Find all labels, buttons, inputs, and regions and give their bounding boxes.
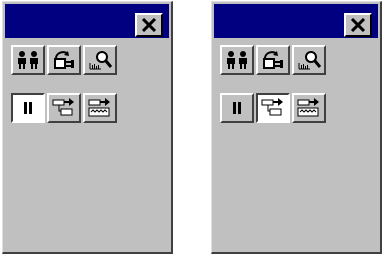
- title-bar[interactable]: [214, 4, 378, 38]
- magnifier-chart-button[interactable]: [83, 45, 117, 75]
- pause-icon: [24, 102, 32, 114]
- magnifier-chart-icon: [298, 51, 322, 70]
- plug-cycle-icon: [54, 51, 74, 69]
- pause-button[interactable]: [11, 93, 45, 123]
- title-bar[interactable]: [5, 4, 169, 38]
- users-button[interactable]: [11, 45, 45, 75]
- step-over-button[interactable]: [83, 93, 117, 123]
- debug-toolbar-window-left: [2, 1, 173, 254]
- close-button[interactable]: [135, 13, 163, 37]
- close-icon: [351, 18, 365, 32]
- close-icon: [142, 18, 156, 32]
- plug-cycle-icon: [263, 51, 283, 69]
- step-forward-icon: [261, 98, 283, 116]
- step-over-icon: [297, 98, 319, 117]
- plug-cycle-button[interactable]: [47, 45, 81, 75]
- step-forward-icon: [52, 98, 74, 116]
- pause-icon: [233, 102, 241, 114]
- magnifier-chart-icon: [89, 51, 113, 70]
- pause-button[interactable]: [220, 93, 254, 123]
- step-over-button[interactable]: [292, 93, 326, 123]
- step-forward-button[interactable]: [47, 93, 81, 123]
- users-icon: [227, 51, 247, 69]
- close-button[interactable]: [344, 13, 372, 37]
- magnifier-chart-button[interactable]: [292, 45, 326, 75]
- plug-cycle-button[interactable]: [256, 45, 290, 75]
- step-over-icon: [88, 98, 110, 117]
- users-button[interactable]: [220, 45, 254, 75]
- users-icon: [18, 51, 38, 69]
- step-forward-button[interactable]: [256, 93, 290, 123]
- debug-toolbar-window-right: [211, 1, 382, 254]
